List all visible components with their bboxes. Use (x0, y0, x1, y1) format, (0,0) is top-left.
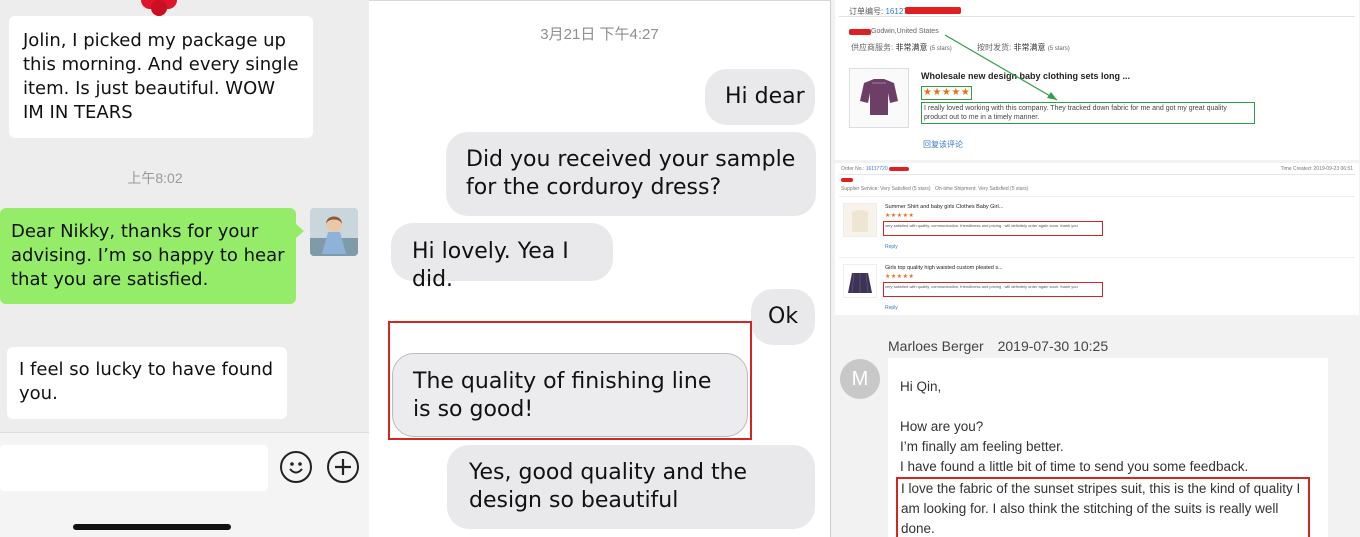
rating-stars: ★★★★★ (885, 213, 915, 219)
message-bubble-incoming: The quality of finishing line is so good… (392, 353, 748, 437)
imessage-chat-panel: 3月21日 下午4:27 Hi dear Did you received yo… (369, 0, 830, 537)
wechat-chat-panel: Jolin, I picked my package up this morni… (0, 0, 369, 537)
message-text: Jolin, I picked my package up this morni… (23, 30, 299, 123)
email-header: Marloes Berger 2019-07-30 10:25 (888, 338, 1108, 354)
product-title[interactable]: Summer Shirt and baby girls Clothes Baby… (885, 204, 1003, 210)
shipment-rating: On-time Shipment: Very Satisfied (5 star… (935, 186, 1029, 192)
chat-input-bar (0, 432, 369, 537)
message-bubble-outgoing: Did you received your sample for the cor… (446, 132, 816, 216)
supplier-service-rating: Supplier Service: Very Satisfied (5 star… (841, 186, 931, 192)
plus-icon (335, 459, 351, 475)
message-bubble-outgoing: Dear Nikky, thanks for your advising. I’… (0, 208, 304, 304)
emoji-button[interactable] (280, 451, 312, 483)
email-date: 2019-07-30 10:25 (997, 338, 1109, 354)
message-bubble-incoming: Jolin, I picked my package up this morni… (9, 16, 313, 138)
plus-button[interactable] (327, 451, 359, 483)
sender-name: Marloes Berger (888, 338, 984, 354)
home-indicator[interactable] (73, 524, 231, 530)
message-text: Dear Nikky, thanks for your advising. I’… (11, 221, 285, 290)
review-comment: very satisfied with quality, communicati… (883, 221, 1103, 236)
message-bubble-outgoing: Hi dear (705, 69, 815, 125)
review-comment: very satisfied with quality, communicati… (883, 282, 1103, 297)
product-thumbnail[interactable] (843, 264, 877, 298)
message-text: Yes, good quality and the design so beau… (469, 460, 748, 513)
message-bubble-incoming: Hi lovely. Yea I did. (391, 223, 613, 292)
product-title[interactable]: Girls top quality high waisted custom pl… (885, 265, 1003, 271)
email-feedback: M Marloes Berger 2019-07-30 10:25 Hi Qin… (831, 320, 1360, 537)
message-input[interactable] (0, 445, 268, 491)
sender-avatar[interactable]: M (840, 359, 880, 399)
avatar[interactable] (310, 208, 358, 256)
product-thumbnail[interactable] (843, 203, 877, 237)
order-number-link[interactable]: 16117720 (866, 166, 888, 172)
reply-link[interactable]: Reply (885, 244, 898, 250)
email-body: Hi Qin, How are you? I’m finally am feel… (888, 358, 1328, 537)
rating-stars: ★★★★★ (885, 274, 915, 280)
message-text: I feel so lucky to have found you. (19, 359, 274, 404)
reply-link[interactable]: 回复该评论 (923, 139, 963, 150)
message-text: Ok (768, 304, 799, 329)
message-text: Hi lovely. Yea I did. (412, 239, 569, 292)
message-text: The quality of finishing line is so good… (413, 369, 712, 422)
message-text: Hi dear (725, 84, 805, 109)
arrow-annotation (944, 34, 1058, 101)
message-text: Did you received your sample for the cor… (466, 147, 796, 200)
email-highlight: I love the fabric of the sunset stripes … (896, 477, 1310, 537)
redaction-mark (841, 178, 853, 182)
email-line: How are you? (900, 419, 984, 434)
reply-link[interactable]: Reply (885, 305, 898, 311)
email-line: I’m finally am feeling better. (900, 439, 1064, 454)
message-bubble-incoming: I feel so lucky to have found you. (7, 347, 287, 419)
email-line: I have found a little bit of time to sen… (900, 459, 1249, 474)
message-timestamp: 上午8:02 (127, 170, 183, 186)
avatar-letter: M (851, 367, 869, 390)
emoji-icon (289, 462, 303, 474)
message-bubble-outgoing: Ok (751, 289, 815, 345)
conversation-date: 3月21日 下午4:27 (540, 26, 659, 43)
reviews-panel: 订单编号: 161277 Godwin,United States 供应商服务:… (830, 0, 1360, 537)
order-label: Order No.: (841, 166, 865, 172)
message-bubble-outgoing: Yes, good quality and the design so beau… (447, 445, 815, 529)
email-greeting: Hi Qin, (900, 379, 942, 394)
review-card-top: 订单编号: 161277 Godwin,United States 供应商服务:… (835, 0, 1359, 160)
redaction-mark (889, 167, 909, 171)
time-created: Time Created: 2019-09-23 06:51 (1280, 166, 1353, 172)
review-card-middle: Order No.: 16117720 Time Created: 2019-0… (835, 163, 1359, 315)
order-number-row: Order No.: 16117720 (841, 166, 888, 172)
